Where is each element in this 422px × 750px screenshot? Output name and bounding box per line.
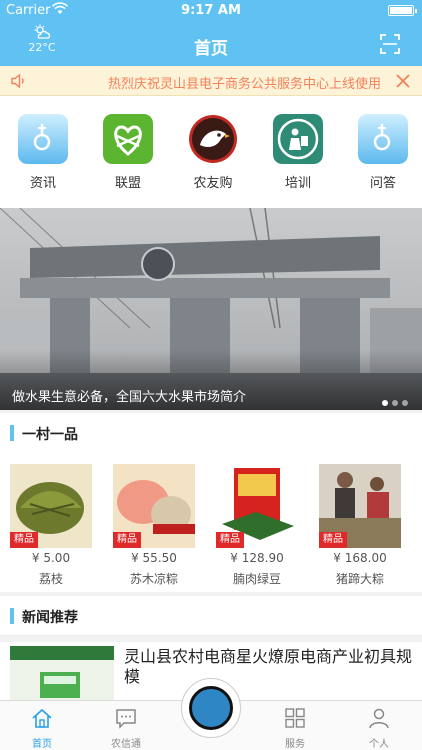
featured-section-header: 一村一品 — [0, 413, 422, 453]
menu-item-alliance[interactable]: 联盟 — [98, 114, 158, 191]
product-name: 猪蹄大粽 — [335, 572, 384, 586]
product-image: 精品 — [10, 464, 92, 548]
section-title: 新闻推荐 — [22, 610, 78, 626]
product-name: 荔枝 — [38, 572, 63, 586]
scan-icon[interactable] — [380, 34, 400, 54]
tab-label: 个人 — [369, 739, 389, 750]
menu-item-news[interactable]: 资讯 — [13, 114, 73, 191]
product-tag: 精品 — [10, 532, 38, 548]
banner-image — [0, 208, 422, 410]
menu-label: 农友购 — [193, 176, 233, 191]
product-name: 苏木凉粽 — [129, 572, 178, 586]
news-section-header: 新闻推荐 — [0, 596, 422, 636]
page-title: 首页 — [194, 39, 228, 59]
carousel-indicator — [378, 391, 408, 410]
product-card[interactable]: 精品 ¥ 128.90 腩肉绿豆 — [216, 464, 298, 587]
product-tag: 精品 — [216, 532, 244, 548]
notice-bar[interactable]: 热烈庆祝灵山县电子商务公共服务中心上线使用 — [0, 66, 422, 96]
product-price: ¥ 128.90 — [230, 551, 284, 565]
camera-lens-icon — [189, 686, 233, 730]
tab-label: 服务 — [285, 739, 305, 750]
tab-services[interactable]: 服务 — [263, 707, 327, 750]
product-tag: 精品 — [319, 532, 347, 548]
close-icon[interactable] — [396, 74, 410, 88]
menu-label: 培训 — [284, 176, 311, 191]
menu-label: 联盟 — [114, 176, 141, 191]
product-list: 精品 ¥ 5.00 荔枝 精品 ¥ 55.50 苏木凉粽 精品 ¥ 128.90… — [0, 450, 422, 592]
home-icon — [32, 708, 52, 728]
carousel-dot[interactable] — [392, 400, 398, 406]
menu-label: 资讯 — [29, 176, 56, 191]
menu-label: 问答 — [369, 176, 396, 191]
tab-label: 农信通 — [111, 739, 141, 750]
carousel-dot[interactable] — [382, 400, 388, 406]
section-marker — [10, 425, 14, 441]
qa-icon — [358, 114, 408, 164]
grid-icon — [285, 708, 305, 728]
banner-caption: 做水果生意必备，全国六大水果市场简介 — [12, 390, 247, 405]
product-image: 精品 — [216, 464, 298, 548]
product-name: 腩肉绿豆 — [232, 572, 281, 586]
shop-icon — [188, 114, 238, 164]
tab-home[interactable]: 首页 — [10, 707, 74, 750]
section-title: 一村一品 — [22, 427, 78, 443]
product-image: 精品 — [319, 464, 401, 548]
product-card[interactable]: 精品 ¥ 168.00 猪蹄大粽 — [319, 464, 401, 587]
notice-text: 热烈庆祝灵山县电子商务公共服务中心上线使用 — [108, 77, 382, 92]
header: Carrier 9:17 AM 22°C 首页 — [0, 0, 422, 66]
tab-label: 首页 — [32, 739, 52, 750]
quick-menu: 资讯 联盟 农友购 培训 问答 — [0, 96, 422, 208]
product-card[interactable]: 精品 ¥ 5.00 荔枝 — [10, 464, 92, 587]
section-marker — [10, 608, 14, 624]
info-icon — [18, 114, 68, 164]
carousel-dot[interactable] — [402, 400, 408, 406]
battery-icon — [388, 5, 417, 16]
product-image: 精品 — [113, 464, 195, 548]
message-icon — [116, 709, 136, 729]
news-title: 灵山县农村电商星火燎原电商产业初具规模 — [124, 647, 413, 686]
product-price: ¥ 168.00 — [333, 551, 387, 565]
app-screen: Carrier 9:17 AM 22°C 首页 热烈庆祝灵山县电子商务公共服务中… — [0, 0, 422, 750]
product-card[interactable]: 精品 ¥ 55.50 苏木凉粽 — [113, 464, 195, 587]
product-price: ¥ 55.50 — [131, 551, 177, 565]
alliance-icon — [103, 114, 153, 164]
product-tag: 精品 — [113, 532, 141, 548]
clock: 9:17 AM — [181, 3, 241, 18]
banner-carousel[interactable]: 做水果生意必备，全国六大水果市场简介 — [0, 208, 422, 410]
menu-item-qa[interactable]: 问答 — [353, 114, 413, 191]
news-thumbnail — [10, 646, 114, 702]
speaker-icon — [11, 73, 24, 89]
user-icon — [369, 708, 389, 729]
camera-button[interactable] — [181, 678, 241, 738]
menu-item-shop[interactable]: 农友购 — [183, 114, 243, 191]
menu-item-training[interactable]: 培训 — [268, 114, 328, 191]
training-icon — [273, 114, 323, 164]
product-price: ¥ 5.00 — [31, 551, 71, 565]
tab-profile[interactable]: 个人 — [347, 707, 411, 750]
status-bar: Carrier 9:17 AM — [0, 0, 422, 22]
tab-messages[interactable]: 农信通 — [94, 707, 158, 750]
